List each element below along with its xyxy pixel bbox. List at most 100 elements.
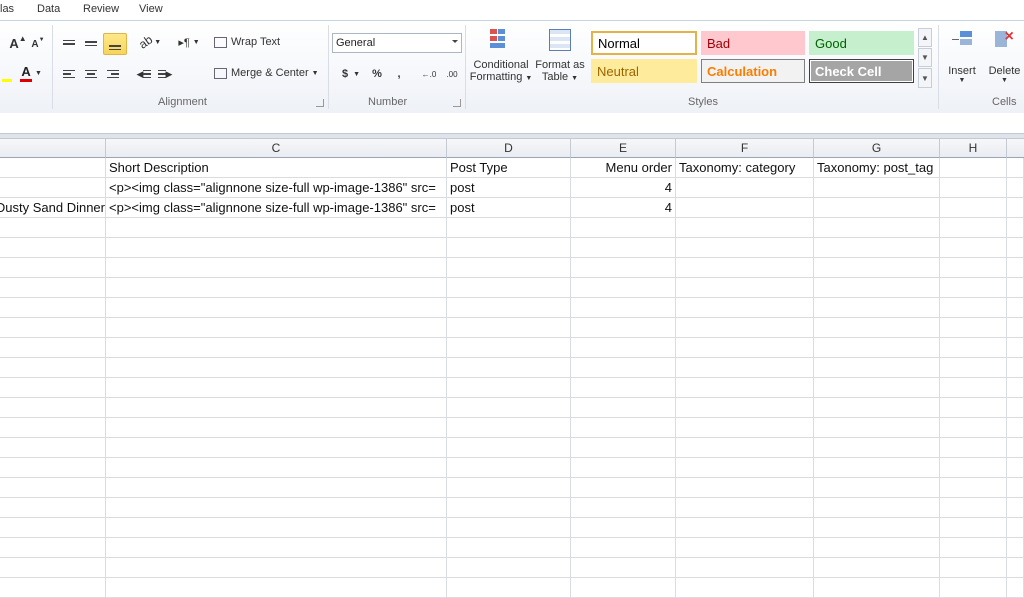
cell-e[interactable] <box>571 478 676 498</box>
column-header-i[interactable] <box>1007 139 1024 158</box>
cell-f[interactable] <box>676 278 814 298</box>
cell-e[interactable]: 4 <box>571 178 676 198</box>
cell-d[interactable] <box>447 558 571 578</box>
cell-e[interactable] <box>571 278 676 298</box>
tab-data[interactable]: Data <box>37 3 60 15</box>
cell-i[interactable] <box>1007 458 1024 478</box>
cell-b[interactable] <box>0 398 106 418</box>
cell-f[interactable] <box>676 498 814 518</box>
cell-h[interactable] <box>940 418 1007 438</box>
cell-i[interactable] <box>1007 498 1024 518</box>
cell-b[interactable] <box>0 238 106 258</box>
cell-e[interactable] <box>571 578 676 598</box>
cell-e[interactable] <box>571 218 676 238</box>
cell-c[interactable] <box>106 478 447 498</box>
column-header-f[interactable]: F <box>676 139 814 158</box>
styles-scroll-down-icon[interactable]: ▼ <box>918 48 932 67</box>
cell-i[interactable] <box>1007 198 1024 218</box>
cell-b[interactable] <box>0 418 106 438</box>
cell-d[interactable] <box>447 358 571 378</box>
cell-e[interactable] <box>571 438 676 458</box>
tab-review[interactable]: Review <box>83 3 119 15</box>
cell-i[interactable] <box>1007 538 1024 558</box>
cell-g[interactable] <box>814 578 940 598</box>
cell-f[interactable] <box>676 538 814 558</box>
cell-g[interactable] <box>814 538 940 558</box>
cell-c[interactable] <box>106 438 447 458</box>
cell-c[interactable] <box>106 518 447 538</box>
cell-g[interactable] <box>814 498 940 518</box>
cell-g[interactable] <box>814 558 940 578</box>
cell-e[interactable] <box>571 538 676 558</box>
cell-h[interactable] <box>940 158 1007 178</box>
column-header-c[interactable]: C <box>106 139 447 158</box>
cell-c[interactable]: <p><img class="alignnone size-full wp-im… <box>106 198 447 218</box>
cell-e[interactable] <box>571 238 676 258</box>
cell-f[interactable] <box>676 258 814 278</box>
cell-g[interactable] <box>814 258 940 278</box>
column-header-d[interactable]: D <box>447 139 571 158</box>
cell-b[interactable] <box>0 438 106 458</box>
cell-h[interactable] <box>940 358 1007 378</box>
cell-h[interactable] <box>940 518 1007 538</box>
cell-i[interactable] <box>1007 438 1024 458</box>
cell-i[interactable] <box>1007 558 1024 578</box>
cell-d[interactable]: Post Type <box>447 158 571 178</box>
cell-h[interactable] <box>940 498 1007 518</box>
cell-i[interactable] <box>1007 238 1024 258</box>
cell-e[interactable] <box>571 338 676 358</box>
cell-d[interactable] <box>447 418 571 438</box>
cell-h[interactable] <box>940 218 1007 238</box>
cell-f[interactable] <box>676 478 814 498</box>
format-as-table-button[interactable]: Format as Table ▼ <box>534 27 586 93</box>
cell-d[interactable]: post <box>447 178 571 198</box>
style-good[interactable]: Good <box>809 31 914 55</box>
cell-h[interactable] <box>940 558 1007 578</box>
conditional-formatting-button[interactable]: Conditional Formatting ▼ <box>470 27 532 93</box>
cell-d[interactable] <box>447 398 571 418</box>
cell-i[interactable] <box>1007 158 1024 178</box>
cell-e[interactable] <box>571 498 676 518</box>
cell-h[interactable] <box>940 278 1007 298</box>
cell-b[interactable]: Dusty Sand Dinner <box>0 198 106 218</box>
increase-decimal-icon[interactable]: ←.0 <box>420 65 438 83</box>
cell-d[interactable] <box>447 458 571 478</box>
wrap-text-button[interactable]: Wrap Text <box>214 33 286 51</box>
cell-h[interactable] <box>940 198 1007 218</box>
cell-c[interactable] <box>106 238 447 258</box>
align-center-icon[interactable] <box>83 66 99 82</box>
cell-g[interactable] <box>814 378 940 398</box>
decrease-indent-icon[interactable]: ◀ <box>136 66 152 82</box>
cell-b[interactable] <box>0 458 106 478</box>
cell-h[interactable] <box>940 318 1007 338</box>
cell-e[interactable]: 4 <box>571 198 676 218</box>
cell-e[interactable] <box>571 378 676 398</box>
cell-f[interactable] <box>676 378 814 398</box>
cell-g[interactable] <box>814 178 940 198</box>
percent-style-button[interactable]: % <box>369 65 385 83</box>
cell-c[interactable] <box>106 578 447 598</box>
cell-g[interactable] <box>814 358 940 378</box>
text-direction-icon[interactable]: ▸¶ ▼ <box>175 34 203 50</box>
currency-format-button[interactable]: $ ▼ <box>337 65 365 83</box>
font-color-button[interactable]: A ▼ <box>18 63 44 83</box>
cell-g[interactable]: Taxonomy: post_tag <box>814 158 940 178</box>
cell-b[interactable] <box>0 378 106 398</box>
decrease-font-size-icon[interactable]: A ▼ <box>30 36 46 52</box>
cell-d[interactable]: post <box>447 198 571 218</box>
cell-i[interactable] <box>1007 578 1024 598</box>
cell-d[interactable] <box>447 258 571 278</box>
align-right-icon[interactable] <box>105 66 121 82</box>
number-format-select[interactable]: General <box>332 33 462 53</box>
cell-b[interactable] <box>0 518 106 538</box>
bottom-align-icon[interactable] <box>103 33 127 55</box>
cell-b[interactable] <box>0 358 106 378</box>
cell-c[interactable] <box>106 398 447 418</box>
styles-scroll-up-icon[interactable]: ▲ <box>918 28 932 47</box>
cell-c[interactable] <box>106 418 447 438</box>
cell-b[interactable] <box>0 158 106 178</box>
style-bad[interactable]: Bad <box>701 31 805 55</box>
cell-f[interactable] <box>676 198 814 218</box>
cell-d[interactable] <box>447 518 571 538</box>
cell-i[interactable] <box>1007 398 1024 418</box>
